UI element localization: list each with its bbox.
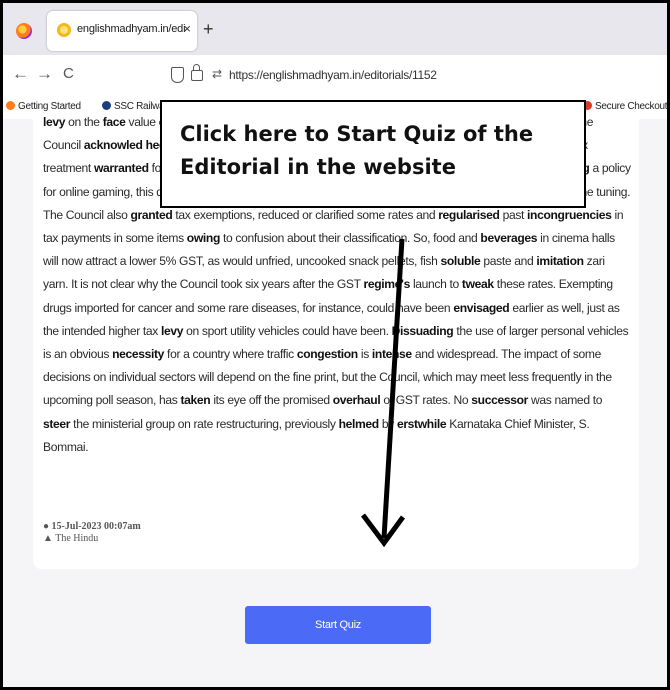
text-run: the ministerial group on rate restructur… [70,416,339,431]
vocab-word: owing [186,231,221,246]
tab-title: englishmadhyam.in/editorials/ [77,23,185,35]
vocab-word: Dissuading [391,323,454,338]
text-run: paste and [480,254,537,269]
author-icon: ▲ [43,533,53,544]
text-run: on the [65,115,103,129]
tab-close-icon[interactable]: × [183,21,191,36]
firefox-bookmark-icon [6,101,15,110]
tracking-shield-icon[interactable] [171,67,184,83]
article-meta: ● 15-Jul-2023 00:07am ▲ The Hindu [43,521,141,545]
text-run: past [499,207,528,222]
reload-icon[interactable]: C [63,65,74,82]
vocab-word: soluble [440,254,481,269]
vocab-word: regime's [363,277,410,292]
vocab-word: erstwhile [396,416,447,431]
vocab-word: acknowled [83,138,143,153]
site-favicon-icon [57,23,71,37]
vocab-word: congestion [296,347,358,362]
back-arrow-icon[interactable]: ← [12,64,29,84]
permissions-icon[interactable]: ⇄ [212,67,222,81]
text-run: its eye off the promised [210,393,333,408]
vocab-word: granted [130,207,173,222]
text-run: on sport utility vehicles could have bee… [183,323,392,338]
vocab-word: imitation [536,254,584,269]
date-line: ● 15-Jul-2023 00:07am [43,521,141,533]
vocab-word: overhaul [332,393,381,408]
vocab-word: levy [43,115,66,129]
source-line: ▲ The Hindu [43,533,141,545]
vocab-word: incongruencies [527,207,612,222]
navigation-bar: ← → C ⇄ https://englishmadhyam.in/editor… [3,55,667,97]
firefox-icon[interactable] [16,23,32,39]
vocab-word: taken [180,393,211,408]
text-run: launch to [409,277,462,292]
publish-date: 15-Jul-2023 00:07am [51,521,141,532]
text-run: to confusion about their classification.… [219,231,481,246]
lock-icon[interactable] [191,64,203,81]
vocab-word: steer [43,416,71,431]
browser-tab[interactable]: englishmadhyam.in/editorials/ × [47,11,197,51]
vocab-word: face [102,115,126,129]
vocab-word: helmed [338,416,380,431]
vocab-word: levy [161,323,184,338]
vocab-word: envisaged [453,300,510,315]
vocab-word: beverages [480,231,538,246]
start-quiz-button[interactable]: Start Quiz [245,606,431,644]
vocab-word: tweak [461,277,494,292]
clock-icon: ● [43,521,50,532]
article-source: The Hindu [55,533,99,544]
vocab-word: intense [371,347,412,362]
text-run: was named to [527,393,603,408]
url-bar[interactable]: ⇄ https://englishmadhyam.in/editorials/1… [163,61,663,91]
vocab-word: warranted [93,161,149,176]
new-tab-button[interactable]: + [203,19,214,40]
text-run: for a country where traffic [164,347,297,362]
screenshot-frame: englishmadhyam.in/editorials/ × + ← → C … [0,0,670,690]
callout-text: Click here to Start Quiz of the Editoria… [180,122,534,179]
ssc-bookmark-icon [102,101,111,110]
forward-arrow-icon[interactable]: → [36,64,53,84]
vocab-word: successor [471,393,528,408]
url-text[interactable]: https://englishmadhyam.in/editorials/115… [229,68,437,82]
text-run: tax exemptions, reduced or clarified som… [172,207,439,222]
vocab-word: necessity [112,347,165,362]
text-run: value [125,115,159,129]
text-run: of GST rates. No [380,393,472,408]
text-run: by [378,416,397,431]
instruction-callout: Click here to Start Quiz of the Editoria… [160,100,586,208]
tab-bar: englishmadhyam.in/editorials/ × + [3,3,667,55]
vocab-word: regularised [438,207,500,222]
text-run: is [357,347,372,362]
